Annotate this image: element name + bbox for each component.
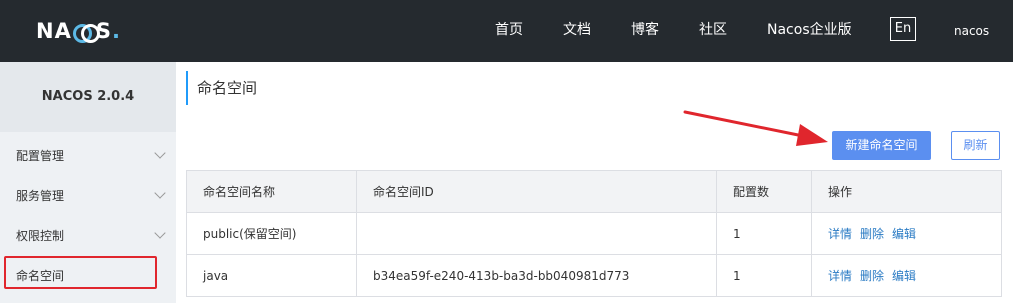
nav-home[interactable]: 首页 [495,20,523,40]
details-link[interactable]: 详情 [828,269,852,283]
namespace-id-cell: b34ea59f-e240-413b-ba3d-bb040981d773 [356,254,717,297]
logo-ring-icon [72,24,100,43]
actions-cell: 详情 删除 编辑 [811,254,1002,297]
edit-link[interactable]: 编辑 [892,227,916,241]
column-header-id: 命名空间ID [356,170,717,213]
table-row: java b34ea59f-e240-413b-ba3d-bb040981d77… [186,254,1002,297]
nav-enterprise[interactable]: Nacos企业版 [767,20,852,40]
logo-dot: . [111,19,121,43]
chevron-down-icon [154,187,166,199]
namespace-name-cell: java [186,254,357,297]
nav-blog[interactable]: 博客 [631,20,659,40]
language-switch-button[interactable]: En [890,17,916,41]
chevron-down-icon [154,147,166,159]
refresh-button[interactable]: 刷新 [951,131,1000,160]
column-header-actions: 操作 [811,170,1002,213]
create-namespace-button[interactable]: 新建命名空间 [832,131,931,160]
nav-docs[interactable]: 文档 [563,20,591,40]
edit-link[interactable]: 编辑 [892,269,916,283]
logo-text-start: NA [36,19,72,43]
sidebar-item-access-control[interactable]: 权限控制 [0,216,176,256]
config-count-cell: 1 [716,212,812,255]
table-header-row: 命名空间名称 命名空间ID 配置数 操作 [186,170,1002,213]
nacos-logo[interactable]: NA S. [36,16,121,46]
nav-community[interactable]: 社区 [699,20,727,40]
sidebar-item-label: 配置管理 [16,149,65,163]
config-count-cell: 1 [716,254,812,297]
sidebar-item-config-management[interactable]: 配置管理 [0,136,176,176]
column-header-name: 命名空间名称 [186,170,357,213]
column-header-config-count: 配置数 [716,170,812,213]
page-title: 命名空间 [186,71,257,105]
version-label: NACOS 2.0.4 [0,62,176,132]
namespace-name-cell: public(保留空间) [186,212,357,255]
sidebar-item-label: 权限控制 [16,229,65,243]
annotation-highlight-box [4,256,157,289]
table-row: public(保留空间) 1 详情 删除 编辑 [186,212,1002,255]
namespace-id-cell [356,212,717,255]
chevron-down-icon [154,227,166,239]
top-nav-bar: NA S. 首页 文档 博客 社区 Nacos企业版 En nacos [0,0,1013,62]
actions-cell: 详情 删除 编辑 [811,212,1002,255]
namespace-table: 命名空间名称 命名空间ID 配置数 操作 public(保留空间) 1 详情 删除… [186,170,1002,297]
sidebar-item-label: 服务管理 [16,189,65,203]
details-link[interactable]: 详情 [828,227,852,241]
delete-link[interactable]: 删除 [860,269,884,283]
user-menu[interactable]: nacos [954,22,989,40]
delete-link[interactable]: 删除 [860,227,884,241]
annotation-arrow-icon [683,110,828,146]
sidebar-item-service-management[interactable]: 服务管理 [0,176,176,216]
